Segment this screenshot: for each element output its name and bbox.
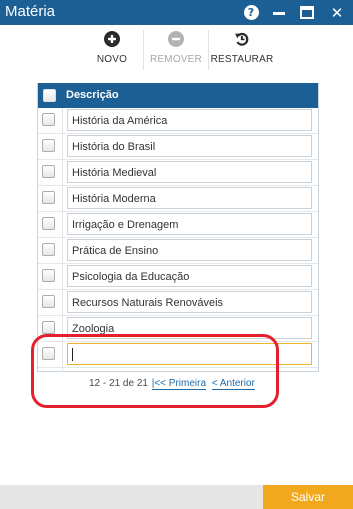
column-header-descricao: Descrição [66,89,119,101]
close-icon: ✕ [330,3,344,22]
row-checkbox[interactable] [42,113,55,126]
row-checkbox[interactable] [42,165,55,178]
descricao-field[interactable]: História do Brasil [67,135,312,157]
materia-grid: Descrição História da América História d… [37,83,319,372]
descricao-field[interactable]: História Moderna [67,187,312,209]
undo-icon [235,32,249,46]
table-row: Prática de Ensino [38,238,318,264]
new-descricao-input[interactable] [67,343,312,365]
close-button[interactable]: ✕ [328,0,346,25]
maximize-icon [300,6,314,19]
grid-header: Descrição [38,83,318,108]
row-checkbox[interactable] [42,139,55,152]
toolbar-divider [208,30,209,70]
restaurar-label: RESTAURAR [210,54,274,65]
first-page-link[interactable]: |<< Primeira [151,378,207,390]
table-row: Recursos Naturais Renováveis [38,290,318,316]
restaurar-button[interactable]: RESTAURAR [211,31,273,69]
novo-label: NOVO [96,54,128,65]
minus-circle-icon [168,31,184,47]
descricao-field[interactable]: Irrigação e Drenagem [67,213,312,235]
row-checkbox[interactable] [42,243,55,256]
previous-page-link[interactable]: < Anterior [211,378,255,390]
table-row: Irrigação e Drenagem [38,212,318,238]
title-bar: Matéria ? ✕ [0,0,353,25]
descricao-field[interactable]: Psicologia da Educação [67,265,312,287]
table-row: Zoologia [38,316,318,342]
plus-circle-icon [104,31,120,47]
page-range: 12 - 21 de 21 [89,378,148,389]
row-checkbox[interactable] [42,321,55,334]
row-checkbox[interactable] [42,269,55,282]
descricao-field[interactable]: História Medieval [67,161,312,183]
table-row: História do Brasil [38,134,318,160]
minimize-button[interactable] [270,0,288,25]
new-entry-row [38,342,318,368]
descricao-field[interactable]: História da América [67,109,312,131]
row-checkbox[interactable] [42,347,55,360]
salvar-button[interactable]: Salvar [263,485,353,509]
remover-button[interactable]: REMOVER [148,31,204,69]
remover-label: REMOVER [150,54,202,65]
descricao-field[interactable]: Prática de Ensino [67,239,312,261]
table-row: História da América [38,108,318,134]
row-checkbox[interactable] [42,191,55,204]
minimize-icon [273,12,285,15]
help-button[interactable]: ? [242,0,260,25]
row-checkbox[interactable] [42,217,55,230]
window-title: Matéria [5,3,56,20]
footer-bar: Salvar [0,485,353,509]
toolbar-divider [143,30,144,70]
pagination: 12 - 21 de 21 |<< Primeira < Anterior [89,378,255,390]
table-row: História Medieval [38,160,318,186]
table-row: História Moderna [38,186,318,212]
select-all-checkbox[interactable] [43,89,56,102]
descricao-field[interactable]: Recursos Naturais Renováveis [67,291,312,313]
help-icon: ? [243,5,259,20]
table-row: Psicologia da Educação [38,264,318,290]
maximize-button[interactable] [298,0,316,25]
row-checkbox[interactable] [42,295,55,308]
descricao-field[interactable]: Zoologia [67,317,312,339]
novo-button[interactable]: NOVO [84,31,140,69]
